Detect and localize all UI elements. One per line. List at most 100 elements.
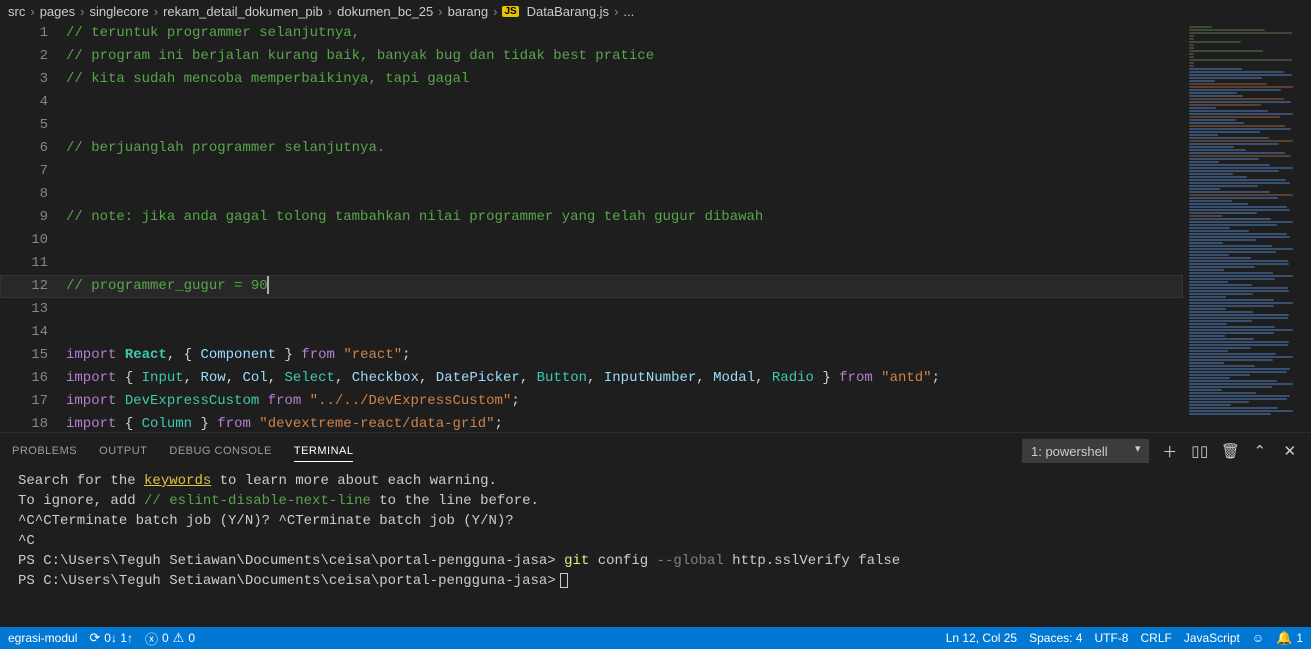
code-line[interactable]: 12// programmer_gugur = 90 <box>0 275 1183 298</box>
term-cmd: git <box>564 553 589 569</box>
punct: { <box>116 370 141 386</box>
crumb[interactable]: singlecore <box>89 4 148 19</box>
minimap[interactable] <box>1183 22 1311 432</box>
code-text <box>66 252 74 275</box>
punct: { <box>116 416 141 432</box>
code-text <box>66 183 74 206</box>
code-text: // berjuanglah programmer selanjutnya. <box>66 137 385 160</box>
line-number: 9 <box>0 206 66 229</box>
code-text <box>66 229 74 252</box>
panel-tabs: PROBLEMS OUTPUT DEBUG CONSOLE TERMINAL 1… <box>0 433 1311 469</box>
crumb[interactable]: barang <box>448 4 488 19</box>
code-line[interactable]: 1// teruntuk programmer selanjutnya, <box>0 22 1183 45</box>
crumb[interactable]: rekam_detail_dokumen_pib <box>163 4 323 19</box>
crumb[interactable]: ... <box>623 4 634 19</box>
sync-icon: ⟳ <box>89 630 100 646</box>
crumb[interactable]: DataBarang.js <box>527 4 609 19</box>
error-icon: ⓧ <box>145 629 158 648</box>
status-language[interactable]: JavaScript <box>1184 631 1240 645</box>
code-text: // teruntuk programmer selanjutnya, <box>66 22 360 45</box>
keywords-link[interactable]: keywords <box>144 473 211 489</box>
code-line[interactable]: 10 <box>0 229 1183 252</box>
term-prompt: PS C:\Users\Teguh Setiawan\Documents\cei… <box>18 573 556 589</box>
line-number: 5 <box>0 114 66 137</box>
code-line[interactable]: 7 <box>0 160 1183 183</box>
editor-content[interactable]: 1// teruntuk programmer selanjutnya,2// … <box>0 22 1183 432</box>
code-line[interactable]: 13 <box>0 298 1183 321</box>
split-terminal-icon[interactable]: ▯▯ <box>1191 442 1209 460</box>
line-number: 11 <box>0 252 66 275</box>
status-branch[interactable]: egrasi-modul <box>8 631 77 645</box>
chevron-right-icon: › <box>614 4 618 19</box>
punct: } <box>276 347 301 363</box>
app-root: src › pages › singlecore › rekam_detail_dok… <box>0 0 1311 649</box>
keyword: from <box>217 416 251 432</box>
identifier: Component <box>200 347 276 363</box>
code-line[interactable]: 15 import React, { Component } from "rea… <box>0 344 1183 367</box>
status-errors[interactable]: ⓧ0 ⚠0 <box>145 629 195 648</box>
code-line[interactable]: 18 import { Column } from "devextreme-re… <box>0 413 1183 432</box>
identifier: Column <box>142 416 192 432</box>
chevron-right-icon: › <box>328 4 332 19</box>
new-terminal-icon[interactable]: ＋ <box>1161 441 1179 462</box>
close-icon[interactable]: ✕ <box>1281 442 1299 460</box>
string: "devextreme-react/data-grid" <box>259 416 494 432</box>
code-line[interactable]: 3// kita sudah mencoba memperbaikinya, t… <box>0 68 1183 91</box>
term-text: http.sslVerify false <box>732 553 900 569</box>
status-sync[interactable]: ⟳0↓ 1↑ <box>89 630 133 646</box>
notifications[interactable]: 🔔1 <box>1276 630 1303 646</box>
breadcrumb[interactable]: src › pages › singlecore › rekam_detail_dok… <box>0 0 1311 22</box>
terminal-output[interactable]: Search for the keywords to learn more ab… <box>0 469 1311 627</box>
chevron-right-icon: › <box>493 4 497 19</box>
editor[interactable]: 1// teruntuk programmer selanjutnya,2// … <box>0 22 1311 432</box>
chevron-right-icon: › <box>30 4 34 19</box>
code-line[interactable]: 16 import { Input, Row, Col, Select, Che… <box>0 367 1183 390</box>
term-prompt: PS C:\Users\Teguh Setiawan\Documents\cei… <box>18 553 556 569</box>
term-text: ^C <box>18 531 1293 551</box>
crumb[interactable]: dokumen_bc_25 <box>337 4 433 19</box>
line-number: 4 <box>0 91 66 114</box>
punct: ; <box>932 370 940 386</box>
code-line[interactable]: 5 <box>0 114 1183 137</box>
code-line[interactable]: 8 <box>0 183 1183 206</box>
status-eol[interactable]: CRLF <box>1140 631 1171 645</box>
chevron-right-icon: › <box>80 4 84 19</box>
keyword: from <box>301 347 335 363</box>
status-cursor-pos[interactable]: Ln 12, Col 25 <box>946 631 1017 645</box>
crumb[interactable]: src <box>8 4 25 19</box>
code-text: // program ini berjalan kurang baik, ban… <box>66 45 654 68</box>
tab-output[interactable]: OUTPUT <box>99 441 147 461</box>
tab-terminal[interactable]: TERMINAL <box>294 441 354 462</box>
punct: ; <box>495 416 503 432</box>
status-encoding[interactable]: UTF-8 <box>1094 631 1128 645</box>
code-line[interactable]: 6// berjuanglah programmer selanjutnya. <box>0 137 1183 160</box>
keyword: import <box>66 347 116 363</box>
line-number: 17 <box>0 390 66 413</box>
tab-problems[interactable]: PROBLEMS <box>12 441 77 461</box>
code-line[interactable]: 9// note: jika anda gagal tolong tambahk… <box>0 206 1183 229</box>
tab-debug-console[interactable]: DEBUG CONSOLE <box>169 441 271 461</box>
code-line[interactable]: 2// program ini berjalan kurang baik, ba… <box>0 45 1183 68</box>
terminal-selector-wrap[interactable]: 1: powershell <box>1022 439 1149 463</box>
line-number: 10 <box>0 229 66 252</box>
code-line[interactable]: 14 <box>0 321 1183 344</box>
identifier-list: Input, Row, Col, Select, Checkbox, DateP… <box>142 370 814 386</box>
line-number: 15 <box>0 344 66 367</box>
terminal-cursor <box>560 573 568 588</box>
chevron-right-icon: › <box>154 4 158 19</box>
identifier: DevExpressCustom <box>125 393 259 409</box>
status-spaces[interactable]: Spaces: 4 <box>1029 631 1082 645</box>
code-line[interactable]: 17 import DevExpressCustom from "../../D… <box>0 390 1183 413</box>
code-line[interactable]: 11 <box>0 252 1183 275</box>
warning-icon: ⚠ <box>173 630 185 646</box>
code-text <box>66 160 74 183</box>
panel-actions: 1: powershell ＋ ▯▯ 🗑 ⌃ ✕ <box>1022 439 1299 463</box>
trash-icon[interactable]: 🗑 <box>1221 442 1239 460</box>
terminal-selector[interactable]: 1: powershell <box>1022 439 1149 463</box>
line-number: 14 <box>0 321 66 344</box>
chevron-up-icon[interactable]: ⌃ <box>1251 442 1269 460</box>
term-cmd: config <box>598 553 648 569</box>
code-line[interactable]: 4 <box>0 91 1183 114</box>
feedback-icon[interactable]: ☺ <box>1252 631 1264 645</box>
crumb[interactable]: pages <box>40 4 75 19</box>
